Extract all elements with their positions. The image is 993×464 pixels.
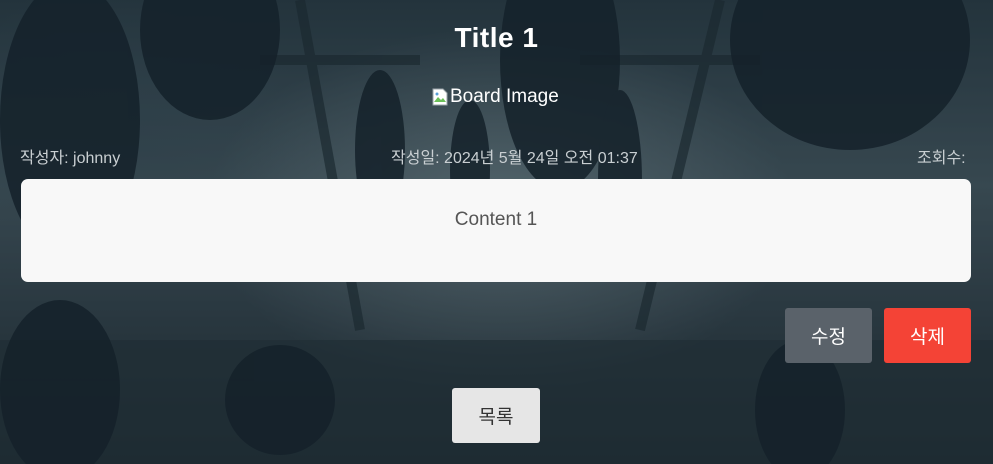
broken-image-icon — [432, 88, 448, 106]
list-button[interactable]: 목록 — [452, 388, 540, 443]
delete-button[interactable]: 삭제 — [884, 308, 971, 363]
post-detail: Title 1 Board Image 작성자: johnny 작성일: 202… — [0, 0, 993, 464]
edit-button[interactable]: 수정 — [785, 308, 872, 363]
page-title: Title 1 — [454, 22, 539, 53]
post-views: 조회수: — [917, 150, 966, 167]
post-author: 작성자: johnny — [20, 150, 121, 167]
post-content-box: Content 1 — [21, 179, 971, 282]
post-content: Content 1 — [454, 209, 538, 230]
post-date: 작성일: 2024년 5월 24일 오전 01:37 — [391, 150, 638, 167]
board-image-alt-text: Board Image — [450, 86, 559, 107]
board-detail-page: Title 1 Board Image 작성자: johnny 작성일: 202… — [0, 0, 993, 464]
board-image: Board Image — [432, 86, 559, 108]
